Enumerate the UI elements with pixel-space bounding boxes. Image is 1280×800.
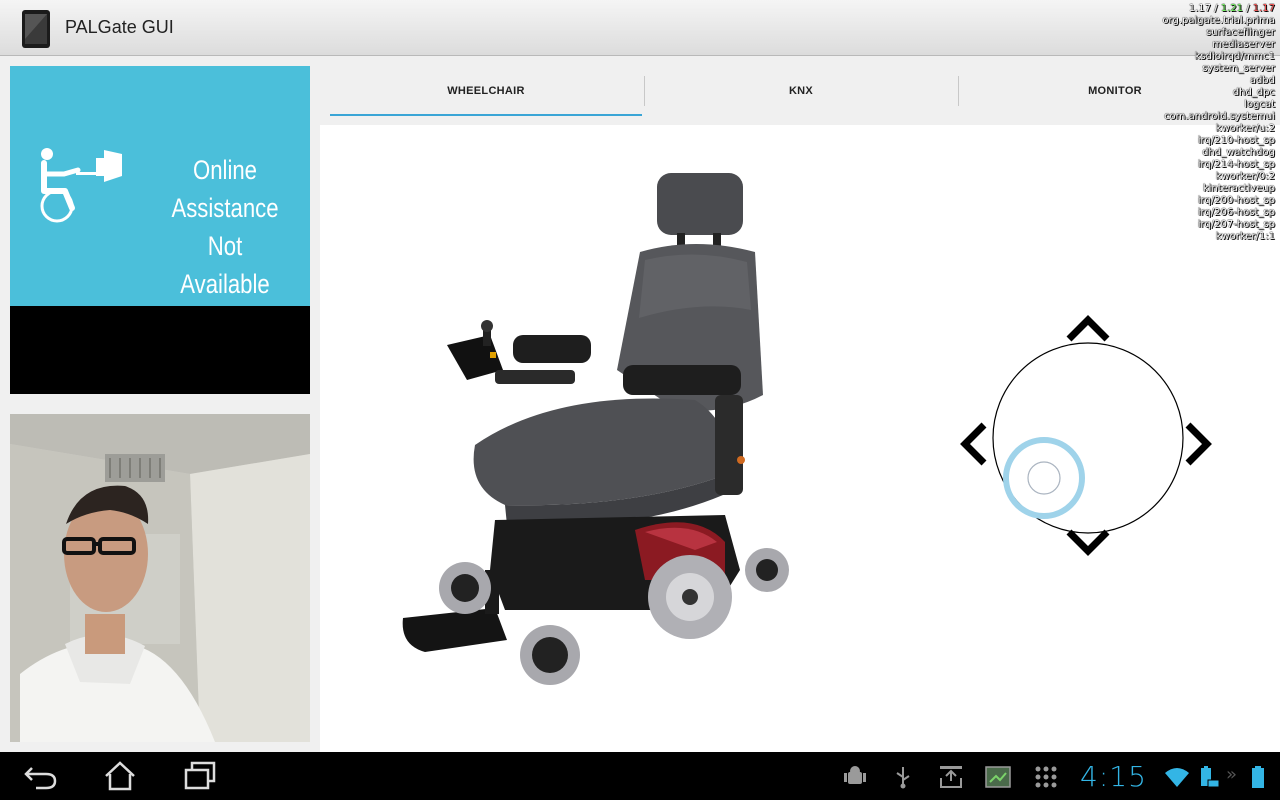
wheelchair-image: [402, 173, 789, 685]
process-item: adbd: [1249, 75, 1275, 86]
load-b: 1.21: [1220, 3, 1243, 14]
joystick-knob[interactable]: [999, 433, 1089, 523]
process-item: com.android.systemui: [1164, 111, 1275, 122]
chevron-right-icon: »: [1226, 764, 1238, 785]
process-item: kworker/u:2: [1215, 123, 1275, 134]
tab-wheelchair[interactable]: WHEELCHAIR: [330, 74, 642, 116]
camera-feed-image: [10, 414, 310, 742]
process-item: irq/207-host_sp: [1197, 219, 1275, 230]
app-title: PALGate GUI: [65, 17, 174, 37]
joystick-control[interactable]: [955, 313, 1225, 563]
assistance-line-1: Online Assistance: [171, 155, 279, 223]
online-assistance-panel[interactable]: Online Assistance Not Available: [10, 66, 310, 306]
chevron-right-icon[interactable]: [1184, 421, 1214, 467]
process-item: dhd_dpc: [1232, 87, 1275, 98]
apps-grid-icon[interactable]: [1033, 764, 1059, 790]
assistance-line-2: Not Available: [180, 231, 270, 299]
process-item: mediaserver: [1212, 39, 1275, 50]
tab-knx-label: KNX: [788, 85, 814, 97]
usb-icon: [896, 767, 910, 789]
video-placeholder: [10, 306, 310, 394]
left-panel: Online Assistance Not Available: [0, 57, 320, 752]
load-a: 1.17: [1188, 3, 1211, 14]
chevron-down-icon[interactable]: [1065, 528, 1111, 558]
process-item: logcat: [1244, 99, 1275, 110]
chevron-left-icon[interactable]: [958, 421, 988, 467]
process-item: kinteractiveup: [1202, 183, 1275, 194]
battery-icon: [1252, 766, 1264, 788]
process-item: irq/214-host_sp: [1197, 159, 1275, 170]
keyboard-battery-icon: [1201, 766, 1220, 788]
wheelchair-computer-icon: [40, 148, 122, 223]
camera-feed: [10, 414, 310, 742]
system-navbar: 4:15 »: [0, 752, 1280, 800]
home-icon[interactable]: [100, 760, 140, 792]
process-list: org.palgate.trial.prima surfaceflinger med…: [1125, 15, 1275, 243]
process-item: dhd_watchdog: [1202, 147, 1275, 158]
tablet-app-icon[interactable]: [20, 9, 52, 49]
process-item: irq/200-host_sp: [1197, 195, 1275, 206]
back-icon[interactable]: [22, 760, 62, 792]
chevron-up-icon[interactable]: [1065, 313, 1111, 343]
assistance-status-text: Online Assistance Not Available: [164, 151, 287, 303]
process-item: irq/210-host_sp: [1197, 135, 1275, 146]
action-bar: PALGate GUI: [0, 0, 1280, 56]
tab-knx[interactable]: KNX: [645, 74, 957, 116]
android-debug-icon: [844, 766, 866, 784]
process-item: org.palgate.trial.prima: [1162, 15, 1275, 26]
wifi-icon: [1165, 768, 1189, 787]
process-overlay: 1.17 / 1.21 / 1.17 org.palgate.trial.pri…: [1125, 3, 1275, 243]
process-item: kworker/0:2: [1215, 171, 1275, 182]
process-item: irq/206-host_sp: [1197, 207, 1275, 218]
clock[interactable]: 4:15: [1080, 760, 1147, 793]
load-c: 1.17: [1252, 3, 1275, 14]
screenshot-icon: [985, 766, 1011, 788]
process-item: system_server: [1202, 63, 1275, 74]
download-tray-icon: [940, 766, 962, 788]
process-item: ksdioirqd/mmc1: [1194, 51, 1275, 62]
load-average: 1.17 / 1.21 / 1.17: [1188, 3, 1275, 14]
recent-apps-icon[interactable]: [180, 760, 220, 792]
process-item: surfaceflinger: [1206, 27, 1275, 38]
tab-wheelchair-label: WHEELCHAIR: [447, 85, 525, 97]
process-item: kworker/1:1: [1215, 231, 1275, 242]
